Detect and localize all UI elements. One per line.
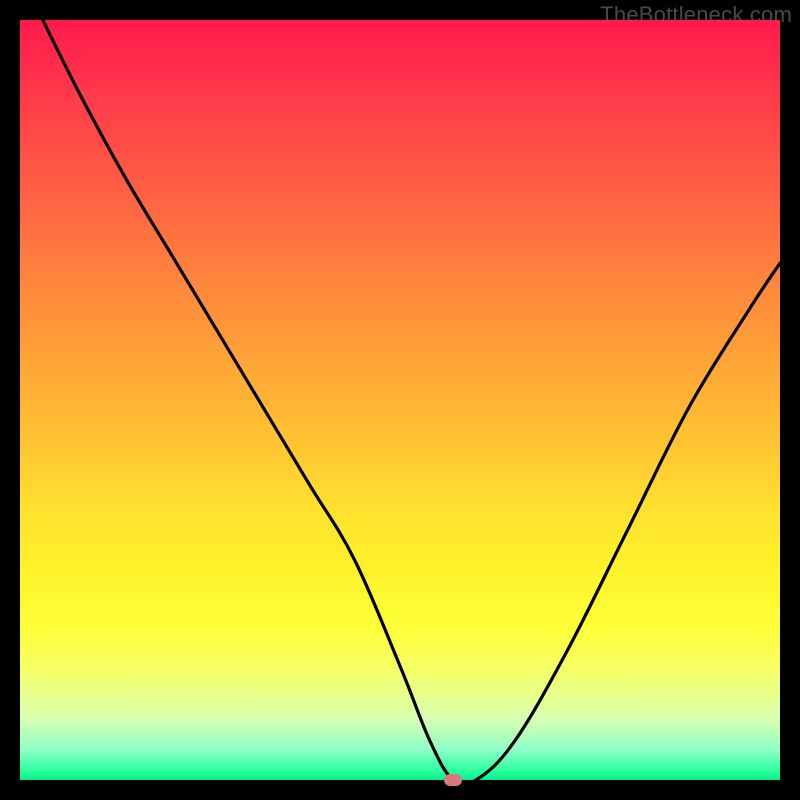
bottleneck-curve: [43, 20, 780, 785]
chart-frame: TheBottleneck.com: [0, 0, 800, 800]
min-marker: [444, 774, 462, 786]
curve-svg: [20, 20, 780, 780]
plot-area: [20, 20, 780, 780]
